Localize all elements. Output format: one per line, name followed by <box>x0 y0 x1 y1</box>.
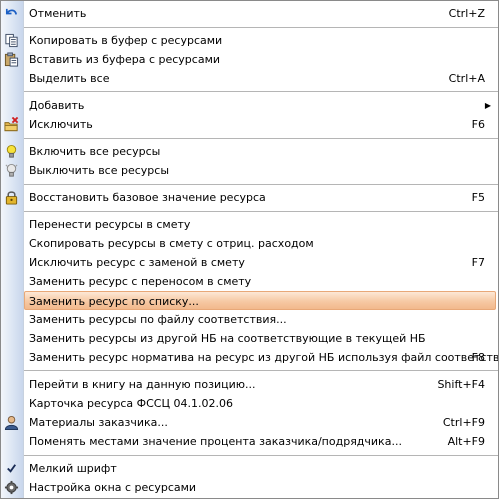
menu-separator <box>24 455 498 456</box>
exclude-icon <box>4 117 19 132</box>
menu-item-move-resources-to-estimate[interactable]: Перенести ресурсы в смету <box>1 215 498 234</box>
paste-icon <box>4 52 19 67</box>
menu-separator <box>24 184 498 185</box>
menu-item-label: Выделить все <box>29 72 110 85</box>
menu-item-label: Скопировать ресурсы в смету с отриц. рас… <box>29 237 314 250</box>
menu-item-label: Материалы заказчика... <box>29 416 168 429</box>
menu-separator <box>24 27 498 28</box>
menu-separator <box>24 91 498 92</box>
menu-item-replace-resource-by-list[interactable]: Заменить ресурс по списку... <box>24 291 496 310</box>
shortcut-label: F6 <box>471 118 485 131</box>
menu-item-swap-customer-contractor-percent[interactable]: Поменять местами значение процента заказ… <box>1 432 498 451</box>
menu-item-label: Заменить ресурсы из другой НБ на соответ… <box>29 332 426 345</box>
menu-item-label: Перенести ресурсы в смету <box>29 218 191 231</box>
menu-item-label: Включить все ресурсы <box>29 145 161 158</box>
menu-item-label: Поменять местами значение процента заказ… <box>29 435 402 448</box>
menu-item-exclude-resource-with-replacement[interactable]: Исключить ресурс с заменой в смету F7 <box>1 253 498 272</box>
menu-item-exclude[interactable]: Исключить F6 <box>1 115 498 134</box>
menu-separator <box>24 370 498 371</box>
shortcut-label: Shift+F4 <box>437 378 485 391</box>
undo-icon <box>5 8 18 15</box>
lock-icon <box>5 191 18 205</box>
shortcut-label: Ctrl+Z <box>448 7 485 20</box>
menu-item-label: Настройка окна с ресурсами <box>29 481 197 494</box>
shortcut-label: Ctrl+A <box>448 72 485 85</box>
gear-icon <box>4 480 19 495</box>
shortcut-label: F5 <box>471 191 485 204</box>
menu-item-customer-materials[interactable]: Материалы заказчика... Ctrl+F9 <box>1 413 498 432</box>
menu-item-add[interactable]: Добавить ▶ <box>1 96 498 115</box>
menu-item-label: Выключить все ресурсы <box>29 164 170 177</box>
menu-item-label: Восстановить базовое значение ресурса <box>29 191 266 204</box>
menu-item-label: Исключить ресурс с заменой в смету <box>29 256 245 269</box>
menu-item-label: Исключить <box>29 118 93 131</box>
menu-item-replace-norm-resource[interactable]: Заменить ресурс норматива на ресурс из д… <box>1 348 498 367</box>
menu-item-label: Отменить <box>29 7 87 20</box>
menu-item-label: Вставить из буфера с ресурсами <box>29 53 221 66</box>
menu-item-replace-from-other-nb[interactable]: Заменить ресурсы из другой НБ на соответ… <box>1 329 498 348</box>
person-icon <box>4 415 19 430</box>
menu-item-label: Заменить ресурс норматива на ресурс из д… <box>29 351 499 364</box>
menu-item-label: Заменить ресурс по списку... <box>29 295 199 308</box>
menu-item-copy-with-resources[interactable]: Копировать в буфер с ресурсами <box>1 31 498 50</box>
menu-item-replace-resource-with-transfer[interactable]: Заменить ресурс с переносом в смету <box>1 272 498 291</box>
menu-item-replace-by-mapping-file[interactable]: Заменить ресурсы по файлу соответствия..… <box>1 310 498 329</box>
bulb-off-icon <box>5 163 18 177</box>
menu-item-resource-window-settings[interactable]: Настройка окна с ресурсами <box>1 478 498 497</box>
menu-item-select-all[interactable]: Выделить все Ctrl+A <box>1 69 498 88</box>
menu-item-resource-card[interactable]: Карточка ресурса ФССЦ 04.1.02.06 <box>1 394 498 413</box>
bulb-on-icon <box>6 144 17 158</box>
menu-item-label: Перейти в книгу на данную позицию... <box>29 378 256 391</box>
menu-item-copy-resources-negative[interactable]: Скопировать ресурсы в смету с отриц. рас… <box>1 234 498 253</box>
menu-item-label: Мелкий шрифт <box>29 462 117 475</box>
menu-item-label: Копировать в буфер с ресурсами <box>29 34 223 47</box>
menu-item-label: Заменить ресурс с переносом в смету <box>29 275 252 288</box>
copy-icon <box>5 33 18 48</box>
menu-separator <box>24 138 498 139</box>
menu-item-label: Добавить <box>29 99 85 112</box>
shortcut-label: Ctrl+F9 <box>442 416 485 429</box>
menu-item-restore-base-value[interactable]: Восстановить базовое значение ресурса F5 <box>1 188 498 207</box>
submenu-arrow-icon: ▶ <box>484 101 491 110</box>
menu-item-undo[interactable]: Отменить Ctrl+Z <box>1 4 498 23</box>
shortcut-label: F7 <box>471 256 485 269</box>
shortcut-label: Alt+F9 <box>447 435 485 448</box>
menu-separator <box>24 211 498 212</box>
context-menu: Отменить Ctrl+Z Копировать в буфер с рес… <box>0 0 499 499</box>
menu-item-small-font[interactable]: Мелкий шрифт <box>1 459 498 478</box>
menu-item-label: Заменить ресурсы по файлу соответствия..… <box>29 313 287 326</box>
menu-item-label: Карточка ресурса ФССЦ 04.1.02.06 <box>29 397 233 410</box>
menu-item-go-to-book-position[interactable]: Перейти в книгу на данную позицию... Shi… <box>1 375 498 394</box>
menu-item-paste-with-resources[interactable]: Вставить из буфера с ресурсами <box>1 50 498 69</box>
shortcut-label: F8 <box>471 351 485 364</box>
menu-item-enable-all-resources[interactable]: Включить все ресурсы <box>1 142 498 161</box>
checkmark-icon <box>7 464 17 473</box>
menu-item-disable-all-resources[interactable]: Выключить все ресурсы <box>1 161 498 180</box>
